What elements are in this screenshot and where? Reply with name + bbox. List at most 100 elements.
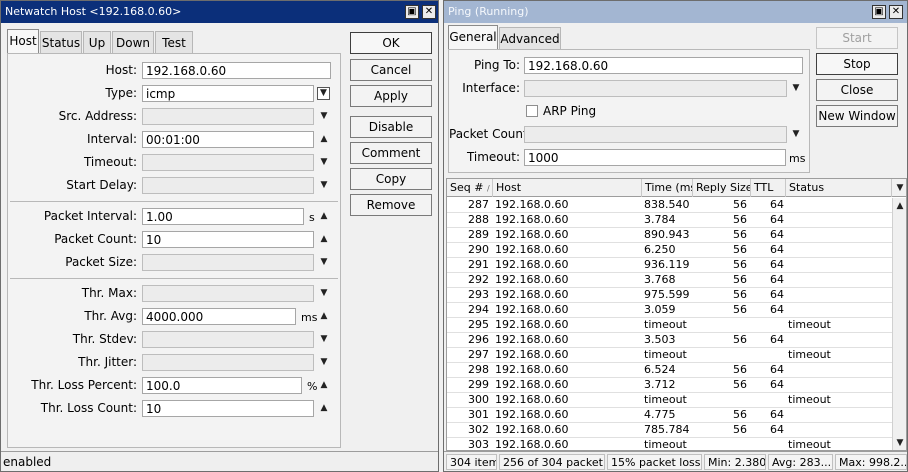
table-row[interactable]: 291 192.168.0.60 936.119 56 64 xyxy=(447,258,892,273)
tab-status[interactable]: Status xyxy=(40,31,82,53)
chevron-up-icon[interactable]: ▲ xyxy=(318,402,330,414)
timeout-field[interactable] xyxy=(142,154,314,171)
column-menu-icon[interactable]: ▼ xyxy=(894,182,906,194)
type-label: Type: xyxy=(105,86,137,100)
thr-stdev-field[interactable] xyxy=(142,331,314,348)
thr-max-field[interactable] xyxy=(142,285,314,302)
netwatch-title-bar[interactable]: Netwatch Host <192.168.0.60> xyxy=(1,1,438,23)
column-header-reply-size[interactable]: Reply Size xyxy=(693,179,751,197)
chevron-up-icon[interactable]: ▲ xyxy=(318,233,330,245)
ok-button[interactable]: OK xyxy=(350,32,432,54)
table-row[interactable]: 290 192.168.0.60 6.250 56 64 xyxy=(447,243,892,258)
start-delay-field[interactable] xyxy=(142,177,314,194)
host-tab-panel: Host: 192.168.0.60 Type: icmp ▼ Src. Add… xyxy=(7,53,341,448)
seq-cell: 300 xyxy=(468,393,489,406)
close-button[interactable]: Close xyxy=(816,79,898,101)
table-row[interactable]: 303 192.168.0.60 timeout timeout xyxy=(447,438,892,451)
chevron-down-icon[interactable]: ▼ xyxy=(790,128,802,140)
timeout-field[interactable]: 1000 xyxy=(524,149,786,166)
restore-icon[interactable]: ▣ xyxy=(405,5,419,19)
host-cell: 192.168.0.60 xyxy=(495,318,569,331)
table-row[interactable]: 294 192.168.0.60 3.059 56 64 xyxy=(447,303,892,318)
tab-up[interactable]: Up xyxy=(83,31,111,53)
table-row[interactable]: 300 192.168.0.60 timeout timeout xyxy=(447,393,892,408)
table-scrollbar[interactable]: ▲ ▼ xyxy=(892,198,906,450)
table-row[interactable]: 301 192.168.0.60 4.775 56 64 xyxy=(447,408,892,423)
chevron-up-icon[interactable]: ▲ xyxy=(318,210,330,222)
table-row[interactable]: 289 192.168.0.60 890.943 56 64 xyxy=(447,228,892,243)
table-row[interactable]: 292 192.168.0.60 3.768 56 64 xyxy=(447,273,892,288)
table-row[interactable]: 295 192.168.0.60 timeout timeout xyxy=(447,318,892,333)
ttl-cell: 64 xyxy=(770,423,784,436)
chevron-down-icon[interactable]: ▼ xyxy=(318,256,330,268)
chevron-up-icon[interactable]: ▲ xyxy=(318,379,330,391)
table-row[interactable]: 297 192.168.0.60 timeout timeout xyxy=(447,348,892,363)
ttl-cell xyxy=(753,318,784,333)
chevron-up-icon[interactable]: ▲ xyxy=(318,310,330,322)
chevron-down-icon[interactable]: ▼ xyxy=(790,82,802,94)
seq-cell: 303 xyxy=(468,438,489,451)
new-window-button[interactable]: New Window xyxy=(816,105,898,127)
interface-field[interactable] xyxy=(524,80,787,97)
comment-button[interactable]: Comment xyxy=(350,142,432,164)
stop-button[interactable]: Stop xyxy=(816,53,898,75)
scroll-down-icon[interactable]: ▼ xyxy=(894,437,906,449)
chevron-down-icon[interactable]: ▼ xyxy=(318,356,330,368)
scroll-up-icon[interactable]: ▲ xyxy=(894,200,906,212)
thr-loss-percent-field[interactable]: 100.0 xyxy=(142,377,302,394)
column-header-time[interactable]: Time (ms) xyxy=(642,179,693,197)
tab-test[interactable]: Test xyxy=(155,31,193,53)
host-field[interactable]: 192.168.0.60 xyxy=(142,62,331,79)
packet-count-field[interactable]: 10 xyxy=(142,231,314,248)
chevron-down-icon[interactable]: ▼ xyxy=(318,110,330,122)
type-select[interactable]: icmp xyxy=(142,85,314,102)
close-icon[interactable]: ✕ xyxy=(422,5,436,19)
chevron-up-icon[interactable]: ▲ xyxy=(318,133,330,145)
close-icon[interactable]: ✕ xyxy=(889,5,903,19)
interval-field[interactable]: 00:01:00 xyxy=(142,131,314,148)
tab-host[interactable]: Host xyxy=(7,29,39,53)
copy-button[interactable]: Copy xyxy=(350,168,432,190)
ping-title-bar[interactable]: Ping (Running) xyxy=(444,1,907,23)
thr-avg-field[interactable]: 4000.000 xyxy=(142,308,296,325)
src-address-field[interactable] xyxy=(142,108,314,125)
packet-interval-field[interactable]: 1.00 xyxy=(142,208,304,225)
restore-icon[interactable]: ▣ xyxy=(872,5,886,19)
chevron-down-icon[interactable]: ▼ xyxy=(318,287,330,299)
type-dropdown-icon[interactable]: ▼ xyxy=(317,87,330,100)
thr-max-label: Thr. Max: xyxy=(81,286,137,300)
tab-down[interactable]: Down xyxy=(112,31,154,53)
table-row[interactable]: 288 192.168.0.60 3.784 56 64 xyxy=(447,213,892,228)
table-row[interactable]: 299 192.168.0.60 3.712 56 64 xyxy=(447,378,892,393)
column-header-ttl[interactable]: TTL xyxy=(751,179,786,197)
column-header-host[interactable]: Host xyxy=(493,179,642,197)
column-header-seq[interactable]: Seq # / xyxy=(447,179,493,197)
chevron-down-icon[interactable]: ▼ xyxy=(318,333,330,345)
chevron-down-icon[interactable]: ▼ xyxy=(318,156,330,168)
arp-ping-label: ARP Ping xyxy=(543,104,597,118)
arp-ping-checkbox[interactable] xyxy=(526,105,538,117)
cancel-button[interactable]: Cancel xyxy=(350,59,432,81)
chevron-down-icon[interactable]: ▼ xyxy=(318,179,330,191)
thr-loss-count-field[interactable]: 10 xyxy=(142,400,314,417)
ping-to-field[interactable]: 192.168.0.60 xyxy=(524,57,803,74)
table-row[interactable]: 298 192.168.0.60 6.524 56 64 xyxy=(447,363,892,378)
reply-size-cell: 56 xyxy=(733,333,747,346)
table-row[interactable]: 293 192.168.0.60 975.599 56 64 xyxy=(447,288,892,303)
window-title: Netwatch Host <192.168.0.60> xyxy=(5,5,182,18)
packet-count-field[interactable] xyxy=(524,126,787,143)
packet-size-field[interactable] xyxy=(142,254,314,271)
table-row[interactable]: 287 192.168.0.60 838.540 56 64 xyxy=(447,198,892,213)
apply-button[interactable]: Apply xyxy=(350,85,432,107)
table-row[interactable]: 296 192.168.0.60 3.503 56 64 xyxy=(447,333,892,348)
tab-advanced[interactable]: Advanced xyxy=(499,27,561,49)
reply-size-cell: 56 xyxy=(733,243,747,256)
remove-button[interactable]: Remove xyxy=(350,194,432,216)
disable-button[interactable]: Disable xyxy=(350,116,432,138)
table-row[interactable]: 302 192.168.0.60 785.784 56 64 xyxy=(447,423,892,438)
start-button[interactable]: Start xyxy=(816,27,898,49)
column-header-status[interactable]: Status xyxy=(786,179,892,197)
tab-general[interactable]: General xyxy=(448,25,498,49)
ttl-cell: 64 xyxy=(770,273,784,286)
thr-jitter-field[interactable] xyxy=(142,354,314,371)
